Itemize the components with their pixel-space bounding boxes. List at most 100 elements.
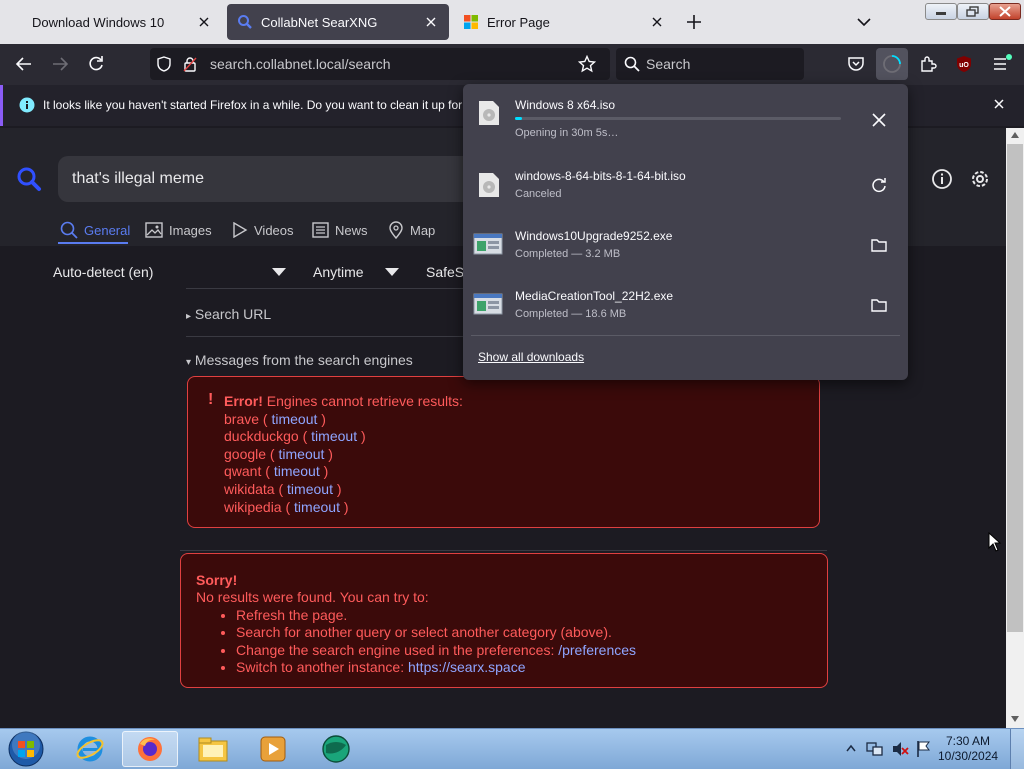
timeout-link[interactable]: timeout xyxy=(294,499,340,515)
timeout-link[interactable]: timeout xyxy=(274,463,320,479)
volume-muted-icon[interactable] xyxy=(891,740,909,758)
divider xyxy=(180,550,827,551)
error-title: Error! xyxy=(224,393,263,409)
chevron-down-icon[interactable] xyxy=(272,268,286,276)
executable-file-icon xyxy=(473,292,503,316)
windows-icon xyxy=(463,14,479,30)
searxng-logo-icon[interactable] xyxy=(16,166,42,192)
engine-error-content: Error! Engines cannot retrieve results: … xyxy=(224,393,463,516)
back-button[interactable] xyxy=(8,48,40,80)
tab-label: Videos xyxy=(254,222,294,238)
scroll-down-arrow-icon[interactable] xyxy=(1011,716,1019,722)
web-search-bar[interactable]: Search xyxy=(616,48,804,80)
chevron-down-icon[interactable] xyxy=(385,268,399,276)
safesearch-select[interactable]: SafeS xyxy=(426,264,464,280)
clock-time: 7:30 AM xyxy=(945,734,991,748)
engine-row: qwant ( timeout ) xyxy=(224,463,329,480)
tab-general[interactable]: General xyxy=(60,218,130,242)
open-folder-button[interactable] xyxy=(865,231,893,259)
tab-videos[interactable]: Videos xyxy=(232,218,294,242)
searx-space-link[interactable]: https://searx.space xyxy=(408,659,526,675)
show-desktop-button[interactable] xyxy=(1010,729,1024,769)
download-filename: MediaCreationTool_22H2.exe xyxy=(515,289,674,303)
app-globe-icon[interactable] xyxy=(308,731,364,767)
restore-button[interactable] xyxy=(957,3,989,20)
timeout-link[interactable]: timeout xyxy=(311,428,357,444)
show-all-downloads-button[interactable]: Show all downloads xyxy=(478,350,584,364)
forward-button[interactable] xyxy=(44,48,76,80)
open-folder-button[interactable] xyxy=(865,291,893,319)
language-select[interactable]: Auto-detect (en) xyxy=(53,264,153,280)
close-icon[interactable] xyxy=(196,14,212,30)
search-query[interactable]: that's illegal meme xyxy=(72,170,204,188)
search-icon xyxy=(237,14,253,30)
tab-images[interactable]: Images xyxy=(145,218,212,242)
tab-error-page[interactable]: Error Page xyxy=(453,4,675,40)
timeout-link[interactable]: timeout xyxy=(279,446,325,462)
url-bar[interactable]: search.collabnet.local/search xyxy=(150,48,610,80)
download-item[interactable]: Windows10Upgrade9252.exe Completed — 3.2… xyxy=(473,216,898,272)
info-icon[interactable] xyxy=(931,168,953,190)
engine-name: qwant xyxy=(224,463,262,480)
internet-explorer-icon[interactable] xyxy=(62,731,118,767)
timeout-link[interactable]: timeout xyxy=(271,411,317,427)
shield-icon[interactable] xyxy=(156,56,172,72)
close-icon[interactable] xyxy=(649,14,665,30)
engine-error-box: ! Error! Engines cannot retrieve results… xyxy=(187,376,820,528)
close-icon[interactable] xyxy=(993,98,1005,110)
menu-hamburger-icon[interactable] xyxy=(984,48,1016,80)
tab-map[interactable]: Map xyxy=(388,218,435,242)
url-text[interactable]: search.collabnet.local/search xyxy=(210,56,391,72)
divider xyxy=(471,335,900,336)
mouse-cursor-icon xyxy=(988,532,1002,552)
engine-name: duckduckgo xyxy=(224,428,299,445)
time-range-select[interactable]: Anytime xyxy=(313,264,364,280)
extensions-puzzle-icon[interactable] xyxy=(912,48,944,80)
scrollbar-thumb[interactable] xyxy=(1007,144,1023,632)
suggestion-item: Change the search engine used in the pre… xyxy=(236,642,636,659)
download-item[interactable]: Windows 8 x64.iso Opening in 30m 5s… xyxy=(473,90,898,146)
media-player-icon[interactable] xyxy=(245,731,301,767)
new-tab-plus-icon[interactable] xyxy=(684,12,704,32)
bookmark-star-icon[interactable] xyxy=(578,55,596,73)
no-results-content: Sorry! No results were found. You can tr… xyxy=(196,572,636,676)
download-item[interactable]: MediaCreationTool_22H2.exe Completed — 1… xyxy=(473,276,898,332)
ublock-origin-icon[interactable]: uO xyxy=(948,48,980,80)
preferences-gear-icon[interactable] xyxy=(968,167,992,191)
downloads-button[interactable] xyxy=(876,48,908,80)
search-input[interactable]: that's illegal meme xyxy=(58,156,478,202)
minimize-button[interactable] xyxy=(925,3,957,20)
file-explorer-icon[interactable] xyxy=(185,731,241,767)
preferences-link[interactable]: /preferences xyxy=(558,642,636,658)
active-tab-underline xyxy=(58,242,128,244)
firefox-taskbar-button[interactable] xyxy=(122,731,178,767)
clock[interactable]: 7:30 AM 10/30/2024 xyxy=(938,734,998,764)
tab-news[interactable]: News xyxy=(311,218,368,242)
lock-icon[interactable] xyxy=(182,56,198,72)
sorry-text: No results were found. You can try to: xyxy=(196,589,429,606)
start-button[interactable] xyxy=(6,730,46,768)
cancel-download-button[interactable] xyxy=(865,106,893,134)
download-progress-bar xyxy=(515,117,841,120)
vertical-scrollbar[interactable] xyxy=(1006,128,1024,728)
engine-messages-toggle[interactable]: ▾ Messages from the search engines xyxy=(186,352,413,368)
download-item[interactable]: windows-8-64-bits-8-1-64-bit.iso Cancele… xyxy=(473,156,898,212)
reload-button[interactable] xyxy=(80,48,112,80)
pocket-icon[interactable] xyxy=(840,48,872,80)
action-center-flag-icon[interactable] xyxy=(915,740,931,758)
network-icon[interactable] xyxy=(866,740,884,758)
engine-row: google ( timeout ) xyxy=(224,445,333,462)
retry-download-button[interactable] xyxy=(865,171,893,199)
search-url-toggle[interactable]: ▸ Search URL xyxy=(186,306,271,322)
download-filename: Windows10Upgrade9252.exe xyxy=(515,229,673,243)
scroll-up-arrow-icon[interactable] xyxy=(1011,132,1019,138)
list-all-tabs-chevron-icon[interactable] xyxy=(855,14,873,30)
suggestion-item: Search for another query or select anoth… xyxy=(236,624,636,641)
tab-collabnet-searxng[interactable]: CollabNet SearXNG xyxy=(227,4,449,40)
timeout-link[interactable]: timeout xyxy=(287,481,333,497)
tab-download-windows[interactable]: Download Windows 10 xyxy=(22,4,222,40)
close-icon[interactable] xyxy=(423,14,439,30)
close-window-button[interactable] xyxy=(989,3,1021,20)
navigation-toolbar: search.collabnet.local/search Search uO xyxy=(0,44,1024,85)
show-hidden-icons-chevron-icon[interactable] xyxy=(846,744,856,752)
